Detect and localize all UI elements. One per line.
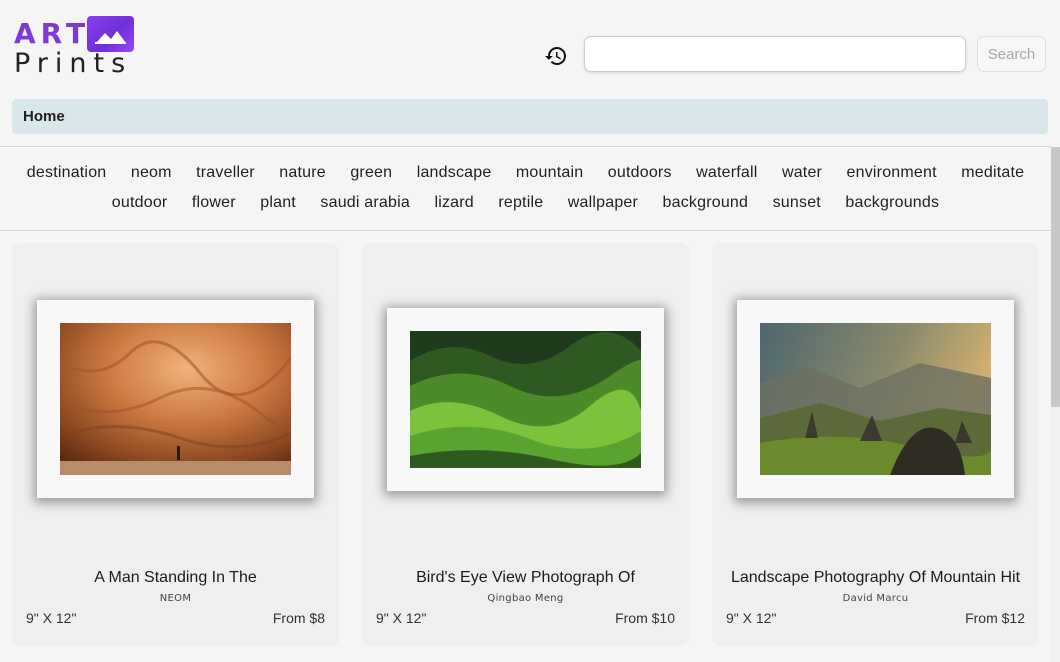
tag-link[interactable]: mountain [516,158,583,188]
tag-link[interactable]: meditate [961,158,1024,188]
tag-link[interactable]: traveller [196,158,255,188]
logo-text-art: ART [14,17,91,50]
card-title[interactable]: Bird's Eye View Photograph Of [362,569,689,587]
tag-link[interactable]: green [350,158,392,188]
print-frame [737,300,1014,498]
card-artist: David Marcu [842,593,909,604]
card-size: 9" X 12" [376,610,427,626]
card-artist: NEOM [159,593,192,604]
print-frame [387,308,664,491]
tag-link[interactable]: environment [847,158,937,188]
tag-link[interactable]: saudi arabia [320,188,410,218]
tag-link[interactable]: destination [27,158,107,188]
tag-link[interactable]: waterfall [696,158,757,188]
tag-link[interactable]: wallpaper [568,188,638,218]
tag-link[interactable]: plant [260,188,296,218]
logo[interactable]: ART Prints [13,15,138,79]
card-size: 9" X 12" [726,610,777,626]
product-card[interactable]: A Man Standing In The NEOM 9" X 12" From… [12,243,339,646]
card-title[interactable]: A Man Standing In The [12,569,339,587]
history-icon[interactable] [544,44,568,68]
card-price: From $12 [965,610,1025,626]
tag-cloud: destination neom traveller nature green … [0,158,1051,218]
card-title[interactable]: Landscape Photography Of Mountain Hit [712,569,1039,587]
card-price: From $8 [272,610,325,626]
tag-link[interactable]: backgrounds [845,188,939,218]
divider-top [0,146,1051,147]
card-artist: Qingbao Meng [487,593,564,604]
tag-link[interactable]: neom [131,158,172,188]
tag-link[interactable]: outdoor [112,188,168,218]
tag-row-1: destination neom traveller nature green … [0,158,1051,188]
scrollbar-thumb[interactable] [1051,147,1060,407]
tag-link[interactable]: background [663,188,749,218]
product-card[interactable]: Landscape Photography Of Mountain Hit Da… [712,243,1039,646]
tag-link[interactable]: outdoors [608,158,672,188]
tag-link[interactable]: flower [192,188,236,218]
logo-text-prints: Prints [14,48,133,79]
divider-tags [0,230,1051,231]
tag-link[interactable]: sunset [773,188,821,218]
canyon-photo[interactable] [59,323,298,475]
breadcrumb-home-link[interactable]: Home [23,108,65,125]
card-size: 9" X 12" [26,610,77,626]
logo-image-icon [87,16,134,52]
tag-link[interactable]: nature [279,158,326,188]
breadcrumb: Home [12,99,1048,134]
green-hills-photo[interactable] [410,331,647,468]
tag-link[interactable]: landscape [417,158,492,188]
search-input[interactable] [584,36,966,72]
product-card[interactable]: Bird's Eye View Photograph Of Qingbao Me… [362,243,689,646]
tag-link[interactable]: reptile [498,188,543,218]
mountain-photo[interactable] [760,323,992,475]
tag-link[interactable]: water [782,158,822,188]
tag-link[interactable]: lizard [434,188,473,218]
search-button[interactable]: Search [977,36,1046,72]
print-frame [37,300,314,498]
tag-row-2: outdoor flower plant saudi arabia lizard… [0,188,1051,218]
card-price: From $10 [615,610,675,626]
